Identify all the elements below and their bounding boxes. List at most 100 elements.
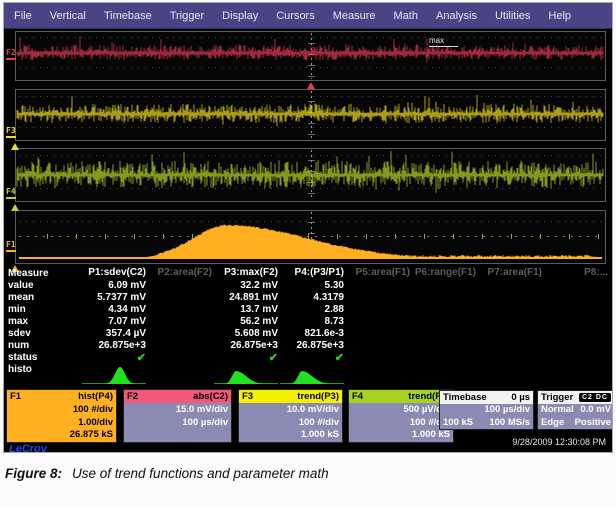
p3-max: 56.2 mV bbox=[212, 316, 278, 328]
p2-min bbox=[146, 304, 212, 316]
descriptor-box-f2[interactable]: F2abs(C2)15.0 mV/div100 µs/div bbox=[123, 389, 232, 443]
p5-num bbox=[344, 340, 410, 352]
p5-histogram-sparkline bbox=[344, 364, 410, 388]
descriptor-box-f3[interactable]: F3 trend(P3)10.0 mV/div100 #/div1.000 kS bbox=[238, 389, 343, 443]
trigger-level: 0.0 mV bbox=[580, 404, 611, 417]
trigger-box[interactable]: Trigger C2 DC Normal0.0 mV EdgePositive bbox=[537, 390, 613, 430]
p2-max bbox=[146, 316, 212, 328]
trace-label-f2[interactable]: F2 bbox=[6, 49, 16, 60]
trace-label-f3[interactable]: F3 bbox=[6, 127, 16, 138]
descriptor-settings: 10.0 mV/div100 #/div1.000 kS bbox=[239, 403, 342, 442]
menu-utilities[interactable]: Utilities bbox=[495, 10, 530, 22]
row-label-mean: mean bbox=[8, 292, 80, 304]
channel-function: trend(P3) bbox=[297, 391, 339, 402]
menu-analysis[interactable]: Analysis bbox=[436, 10, 477, 22]
measure-table: MeasureP1:sdev(C2)P2:area(F2)P3:max(F2)P… bbox=[8, 267, 608, 388]
p7-mean bbox=[476, 292, 542, 304]
p7-num bbox=[476, 340, 542, 352]
p1-value: 6.09 mV bbox=[80, 280, 146, 292]
p5-status-check-icon bbox=[344, 352, 410, 364]
row-label-status: status bbox=[8, 352, 80, 364]
p4-num: 26.875e+3 bbox=[278, 340, 344, 352]
menu-cursors[interactable]: Cursors bbox=[276, 10, 315, 22]
menu-file[interactable]: File bbox=[14, 10, 32, 22]
menu-math[interactable]: Math bbox=[394, 10, 418, 22]
menu-measure[interactable]: Measure bbox=[333, 10, 376, 22]
param-header-p8[interactable]: P8:... bbox=[542, 267, 608, 280]
p3-status-check-icon: ✔ bbox=[212, 352, 278, 364]
f1-histogram-waveform bbox=[16, 211, 605, 263]
p6-min bbox=[410, 304, 476, 316]
trigger-type: Edge bbox=[541, 417, 564, 430]
channel-id: F4 bbox=[352, 391, 363, 402]
channel-id: F2 bbox=[127, 391, 138, 402]
descriptor-setting-line: 500 µV/div bbox=[352, 404, 450, 417]
p1-histogram-sparkline bbox=[80, 364, 146, 388]
document-page: File Vertical Timebase Trigger Display Cursor… bbox=[0, 0, 616, 507]
descriptor-setting-line: 100 #/div bbox=[10, 404, 113, 417]
p8-min bbox=[542, 304, 608, 316]
trace-label-f1[interactable]: F1 bbox=[6, 241, 16, 252]
param-header-p6[interactable]: P6:range(F1) bbox=[410, 267, 476, 280]
p7-min bbox=[476, 304, 542, 316]
p2-num bbox=[146, 340, 212, 352]
trigger-slope: Positive bbox=[575, 417, 611, 430]
descriptor-setting-line: 1.000 kS bbox=[242, 429, 339, 442]
trigger-title: Trigger bbox=[541, 392, 573, 403]
menu-vertical[interactable]: Vertical bbox=[50, 10, 86, 22]
p6-sdev bbox=[410, 328, 476, 340]
param-header-p1[interactable]: P1:sdev(C2) bbox=[80, 267, 146, 280]
param-header-p5[interactable]: P5:area(F1) bbox=[344, 267, 410, 280]
p8-num bbox=[542, 340, 608, 352]
p2-status-check-icon bbox=[146, 352, 212, 364]
p3-histogram-sparkline bbox=[212, 364, 278, 388]
descriptor-header-f1: F1hist(P4) bbox=[7, 390, 116, 403]
menu-timebase[interactable]: Timebase bbox=[104, 10, 152, 22]
row-label-max: max bbox=[8, 316, 80, 328]
p4-sdev: 821.6e-3 bbox=[278, 328, 344, 340]
descriptor-settings: 100 #/div1.00/div26.875 kS bbox=[7, 403, 116, 442]
p4-status-check-icon: ✔ bbox=[278, 352, 344, 364]
param-header-p4[interactable]: P4:(P3/P1) bbox=[278, 267, 344, 280]
menu-display[interactable]: Display bbox=[222, 10, 258, 22]
f3-level-marker-icon[interactable] bbox=[11, 143, 19, 150]
channel-id: F3 bbox=[242, 391, 253, 402]
p4-max: 8.73 bbox=[278, 316, 344, 328]
measure-table-title: Measure bbox=[8, 267, 80, 280]
p6-mean bbox=[410, 292, 476, 304]
timebase-box[interactable]: Timebase 0 µs 100 µs/div 100 kS100 MS/s bbox=[439, 390, 534, 430]
p8-value bbox=[542, 280, 608, 292]
param-header-p7[interactable]: P7:area(F1) bbox=[476, 267, 542, 280]
p3-value: 32.2 mV bbox=[212, 280, 278, 292]
p5-sdev bbox=[344, 328, 410, 340]
trace-label-f4[interactable]: F4 bbox=[6, 188, 16, 199]
descriptor-box-f1[interactable]: F1hist(P4)100 #/div1.00/div26.875 kS bbox=[6, 389, 117, 443]
grid-f1-histogram bbox=[15, 210, 606, 264]
p6-max bbox=[410, 316, 476, 328]
p2-sdev bbox=[146, 328, 212, 340]
f4-waveform bbox=[16, 149, 605, 201]
param-header-p2[interactable]: P2:area(F2) bbox=[146, 267, 212, 280]
p3-sdev: 5.608 mV bbox=[212, 328, 278, 340]
p4-histogram-sparkline bbox=[278, 364, 344, 388]
p1-num: 26.875e+3 bbox=[80, 340, 146, 352]
p5-min bbox=[344, 304, 410, 316]
channel-function: abs(C2) bbox=[193, 391, 228, 402]
trigger-position-marker-icon[interactable] bbox=[307, 82, 315, 89]
p4-mean: 4.3179 bbox=[278, 292, 344, 304]
p5-value bbox=[344, 280, 410, 292]
descriptor-header-f3: F3 trend(P3) bbox=[239, 390, 342, 403]
param-header-p3[interactable]: P3:max(F2) bbox=[212, 267, 278, 280]
oscilloscope-screenshot: File Vertical Timebase Trigger Display Cursor… bbox=[3, 2, 613, 453]
p4-min: 2.88 bbox=[278, 304, 344, 316]
p7-histogram-sparkline bbox=[476, 364, 542, 388]
f4-level-marker-icon[interactable] bbox=[11, 204, 19, 211]
p5-max bbox=[344, 316, 410, 328]
p6-value bbox=[410, 280, 476, 292]
timebase-samples: 100 kS bbox=[443, 417, 473, 430]
trigger-header: Trigger C2 DC bbox=[538, 391, 613, 404]
menu-help[interactable]: Help bbox=[548, 10, 571, 22]
menu-trigger[interactable]: Trigger bbox=[170, 10, 204, 22]
descriptor-settings: 500 µV/div100 #/div1.000 kS bbox=[349, 403, 453, 442]
timebase-header: Timebase 0 µs bbox=[440, 391, 533, 404]
